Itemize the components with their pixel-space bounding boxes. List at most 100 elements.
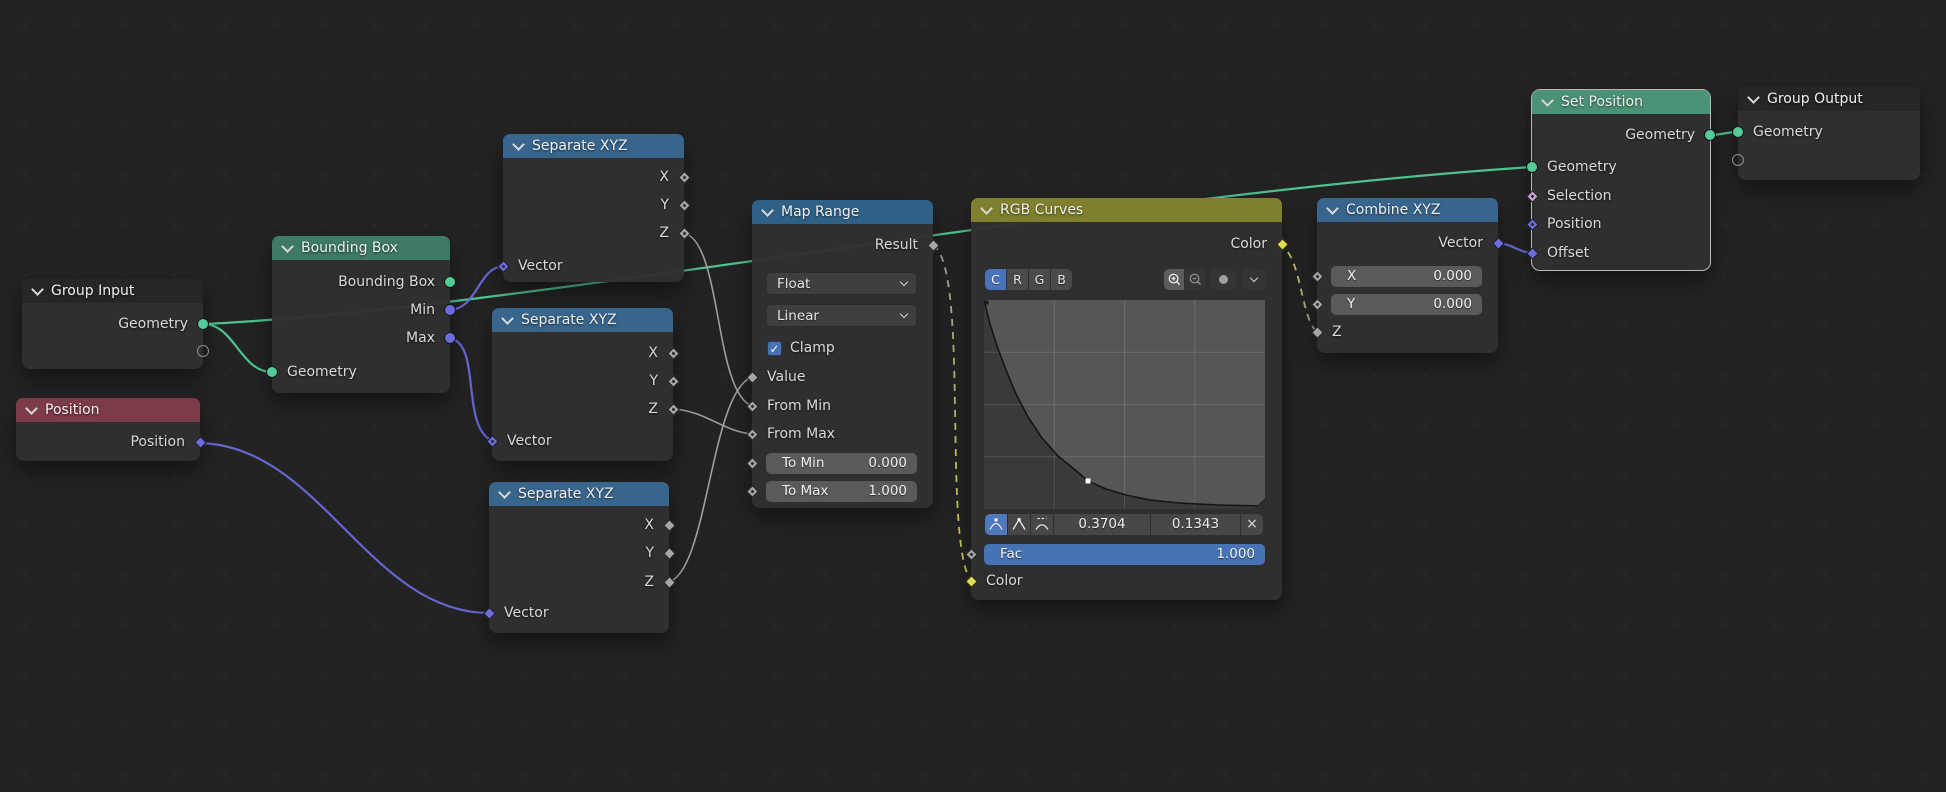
node-header-bounding-box[interactable]: Bounding Box bbox=[272, 236, 450, 260]
map-range-to-max-socket[interactable] bbox=[746, 485, 758, 497]
point-y-field[interactable]: 0.1343 bbox=[1151, 514, 1240, 535]
collapse-chevron-icon[interactable] bbox=[761, 204, 774, 217]
channel-button-r[interactable]: R bbox=[1007, 269, 1028, 290]
separate-xyz-1-x-socket[interactable] bbox=[678, 171, 690, 183]
rgb-curves-fac-socket[interactable] bbox=[965, 548, 977, 560]
combine-xyz-x-socket[interactable] bbox=[1311, 270, 1323, 282]
node-combine-xyz[interactable]: Combine XYZVectorX0.000Y0.000Z bbox=[1317, 198, 1498, 353]
separate-xyz-2-vector-socket[interactable] bbox=[486, 435, 498, 447]
value-field-to-max[interactable]: To Max1.000 bbox=[766, 481, 917, 502]
point-x-field[interactable]: 0.3704 bbox=[1054, 514, 1150, 535]
node-header-separate-xyz-3[interactable]: Separate XYZ bbox=[489, 482, 669, 506]
group-output-virtual-socket[interactable] bbox=[1732, 154, 1744, 166]
separate-xyz-3-vector-socket[interactable] bbox=[483, 607, 495, 619]
node-set-position[interactable]: Set PositionGeometryGeometrySelectionPos… bbox=[1532, 90, 1710, 270]
node-header-map-range[interactable]: Map Range bbox=[752, 200, 933, 224]
map-range-to-min-socket[interactable] bbox=[746, 457, 758, 469]
separate-xyz-1-vector-socket[interactable] bbox=[497, 260, 509, 272]
channel-button-b[interactable]: B bbox=[1051, 269, 1072, 290]
map-range-from-max-socket[interactable] bbox=[746, 428, 758, 440]
separate-xyz-3-y-socket[interactable] bbox=[663, 547, 675, 559]
node-separate-xyz-1[interactable]: Separate XYZXYZVector bbox=[503, 134, 684, 282]
set-position-geometry-socket[interactable] bbox=[1526, 161, 1538, 173]
bounding-box-min-socket[interactable] bbox=[444, 304, 456, 316]
handle-auto-button[interactable] bbox=[985, 514, 1007, 535]
separate-xyz-2-x-socket[interactable] bbox=[667, 347, 679, 359]
node-header-rgb-curves[interactable]: RGB Curves bbox=[971, 198, 1282, 222]
curve-options-button[interactable] bbox=[1242, 269, 1265, 290]
channel-button-c[interactable]: C bbox=[985, 269, 1006, 290]
node-header-position[interactable]: Position bbox=[16, 398, 200, 422]
node-group-output[interactable]: Group OutputGeometry bbox=[1738, 87, 1920, 180]
collapse-chevron-icon[interactable] bbox=[501, 312, 514, 325]
node-header-set-position[interactable]: Set Position bbox=[1532, 90, 1710, 114]
value-field-to-min[interactable]: To Min0.000 bbox=[766, 453, 917, 474]
collapse-chevron-icon[interactable] bbox=[1326, 202, 1339, 215]
node-header-group-output[interactable]: Group Output bbox=[1738, 87, 1920, 111]
curve-plot[interactable] bbox=[984, 300, 1265, 509]
node-header-separate-xyz-1[interactable]: Separate XYZ bbox=[503, 134, 684, 158]
separate-xyz-2-y-socket[interactable] bbox=[667, 375, 679, 387]
clamp-checkbox[interactable]: ✓ bbox=[767, 341, 782, 356]
rgb-curves-color-socket[interactable] bbox=[965, 575, 977, 587]
group-input-geometry-socket[interactable] bbox=[197, 318, 209, 330]
node-separate-xyz-2[interactable]: Separate XYZXYZVector bbox=[492, 308, 673, 461]
group-input-virtual-socket[interactable] bbox=[197, 345, 209, 357]
separate-xyz-1-y-socket[interactable] bbox=[678, 199, 690, 211]
set-position-selection-socket[interactable] bbox=[1526, 190, 1538, 202]
curve-point-selected[interactable] bbox=[1086, 478, 1091, 483]
set-position-geometry-socket[interactable] bbox=[1704, 129, 1716, 141]
collapse-chevron-icon[interactable] bbox=[25, 402, 38, 415]
separate-xyz-1-z-socket[interactable] bbox=[678, 227, 690, 239]
node-graph-canvas[interactable]: Group InputGeometryPositionPositionBound… bbox=[0, 0, 1946, 792]
node-map-range[interactable]: Map RangeResultFloatLinear✓ClampValueFro… bbox=[752, 200, 933, 508]
fac-slider[interactable]: Fac1.000 bbox=[984, 544, 1265, 565]
clipping-circle-icon bbox=[1219, 275, 1228, 284]
zoom-in-button[interactable] bbox=[1164, 269, 1184, 290]
input-row-geometry: Geometry bbox=[272, 358, 450, 386]
bounding-box-geometry-socket[interactable] bbox=[266, 366, 278, 378]
dropdown-linear[interactable]: Linear bbox=[766, 304, 917, 327]
combine-xyz-y-socket[interactable] bbox=[1311, 298, 1323, 310]
map-range-from-min-socket[interactable] bbox=[746, 400, 758, 412]
collapse-chevron-icon[interactable] bbox=[512, 138, 525, 151]
map-range-result-socket[interactable] bbox=[927, 239, 939, 251]
node-group-input[interactable]: Group InputGeometry bbox=[22, 279, 203, 369]
collapse-chevron-icon[interactable] bbox=[281, 240, 294, 253]
node-header-group-input[interactable]: Group Input bbox=[22, 279, 203, 303]
channel-button-g[interactable]: G bbox=[1029, 269, 1050, 290]
delete-point-button[interactable]: × bbox=[1241, 514, 1263, 535]
dropdown-float[interactable]: Float bbox=[766, 272, 917, 295]
collapse-chevron-icon[interactable] bbox=[31, 283, 44, 296]
curve-widget[interactable] bbox=[984, 300, 1265, 509]
node-rgb-curves[interactable]: RGB CurvesColorCRGB0.37040.1343×Fac1.000… bbox=[971, 198, 1282, 600]
value-field-y[interactable]: Y0.000 bbox=[1331, 294, 1482, 315]
set-position-offset-socket[interactable] bbox=[1526, 247, 1538, 259]
separate-xyz-3-x-socket[interactable] bbox=[663, 519, 675, 531]
combine-xyz-z-socket[interactable] bbox=[1311, 326, 1323, 338]
position-position-socket[interactable] bbox=[194, 436, 206, 448]
collapse-chevron-icon[interactable] bbox=[980, 202, 993, 215]
node-header-separate-xyz-2[interactable]: Separate XYZ bbox=[492, 308, 673, 332]
node-header-combine-xyz[interactable]: Combine XYZ bbox=[1317, 198, 1498, 222]
separate-xyz-3-z-socket[interactable] bbox=[663, 576, 675, 588]
zoom-out-button[interactable] bbox=[1185, 269, 1205, 290]
separate-xyz-2-z-socket[interactable] bbox=[667, 403, 679, 415]
rgb-curves-color-socket[interactable] bbox=[1276, 238, 1288, 250]
bounding-box-bounding-box-socket[interactable] bbox=[444, 276, 456, 288]
map-range-value-socket[interactable] bbox=[746, 371, 758, 383]
set-position-position-socket[interactable] bbox=[1526, 218, 1538, 230]
combine-xyz-vector-socket[interactable] bbox=[1492, 237, 1504, 249]
node-separate-xyz-3[interactable]: Separate XYZXYZVector bbox=[489, 482, 669, 633]
collapse-chevron-icon[interactable] bbox=[1541, 94, 1554, 107]
group-output-geometry-socket[interactable] bbox=[1732, 126, 1744, 138]
handle-auto-clamped-button[interactable] bbox=[1031, 514, 1053, 535]
collapse-chevron-icon[interactable] bbox=[498, 486, 511, 499]
collapse-chevron-icon[interactable] bbox=[1747, 91, 1760, 104]
node-position[interactable]: PositionPosition bbox=[16, 398, 200, 461]
clipping-options-button[interactable] bbox=[1210, 269, 1236, 290]
bounding-box-max-socket[interactable] bbox=[444, 332, 456, 344]
node-bounding-box[interactable]: Bounding BoxBounding BoxMinMaxGeometry bbox=[272, 236, 450, 393]
value-field-x[interactable]: X0.000 bbox=[1331, 266, 1482, 287]
handle-vector-button[interactable] bbox=[1008, 514, 1030, 535]
